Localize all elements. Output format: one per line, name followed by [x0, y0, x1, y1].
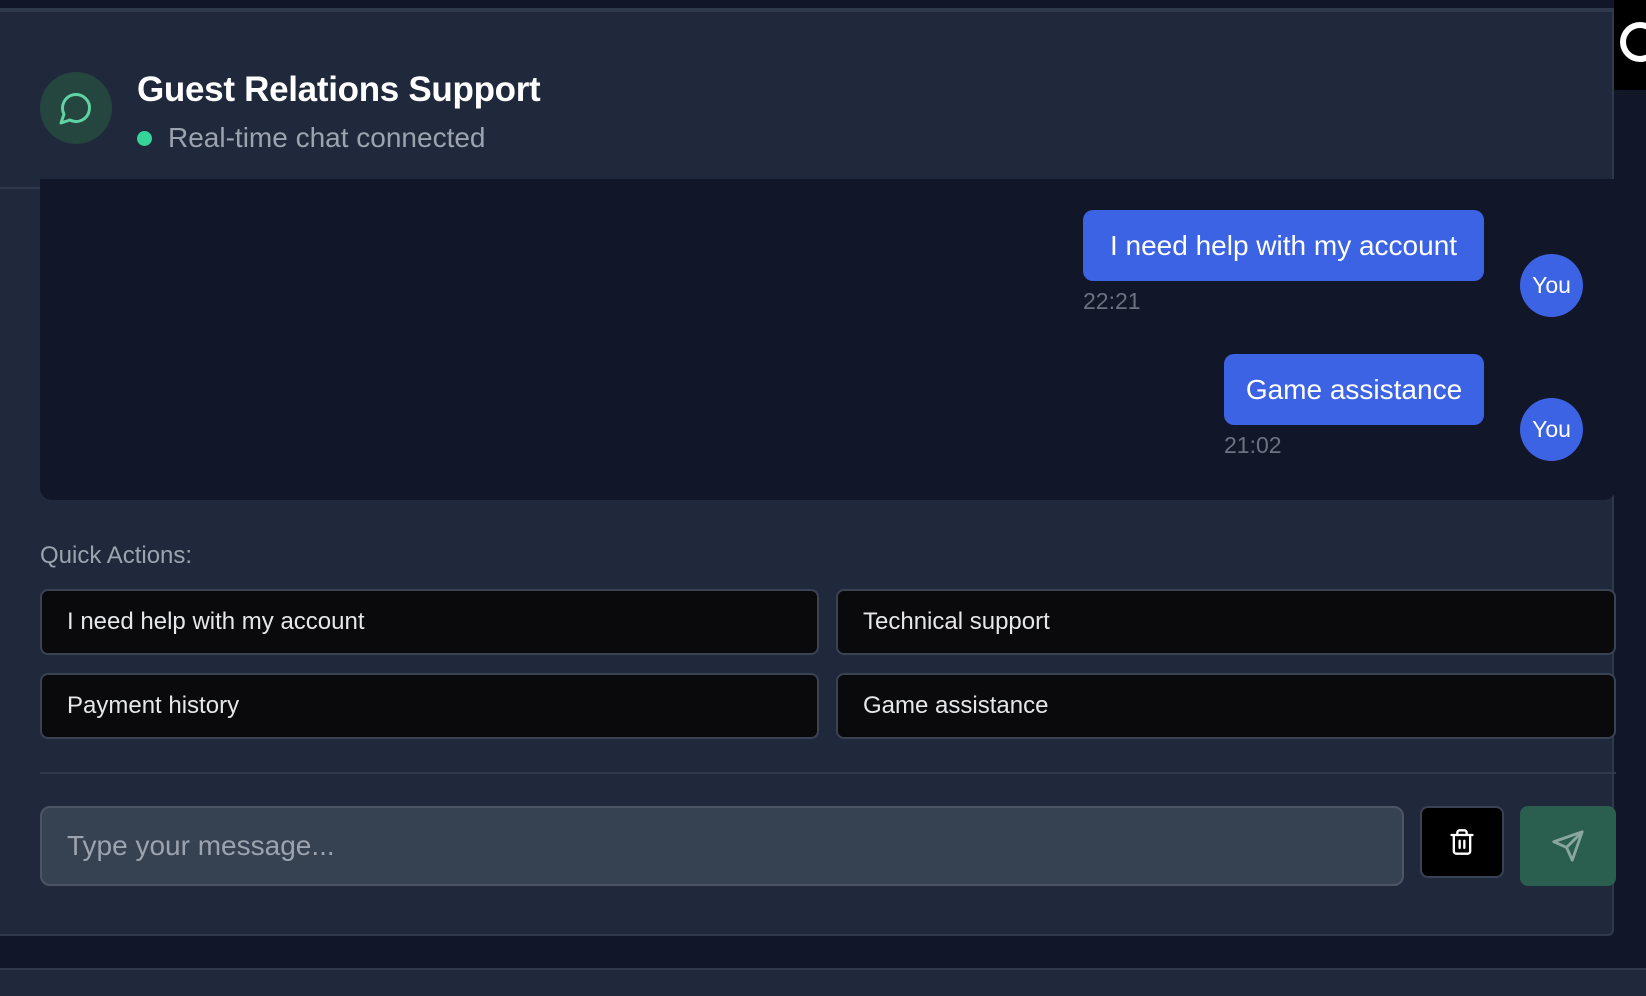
user-avatar: You [1520, 254, 1583, 317]
quick-action-button[interactable]: Game assistance [836, 673, 1616, 739]
status-dot-icon [137, 130, 152, 146]
message-bubble: Game assistance [1224, 354, 1484, 425]
message-time: 21:02 [1224, 432, 1282, 458]
bottom-panel-edge [0, 970, 1646, 996]
composer-divider [40, 772, 1616, 774]
status-text: Real-time chat connected [168, 122, 486, 153]
chat-header: Guest Relations Support Real-time chat c… [0, 12, 1612, 189]
support-avatar [40, 72, 112, 144]
page-title: Guest Relations Support [137, 70, 541, 109]
top-strip [0, 0, 1646, 10]
message-list[interactable]: I need help with my account 22:21 You Ga… [40, 179, 1616, 500]
connection-status: Real-time chat connected [137, 122, 486, 154]
quick-action-button[interactable]: I need help with my account [40, 589, 819, 655]
corner-widget[interactable] [1614, 0, 1646, 90]
chat-page: Guest Relations Support Real-time chat c… [0, 0, 1646, 996]
quick-actions-label: Quick Actions: [40, 542, 193, 569]
user-avatar: You [1520, 398, 1583, 461]
message-input[interactable] [40, 806, 1404, 886]
message-bubble: I need help with my account [1083, 210, 1484, 281]
chat-bubble-icon [59, 92, 92, 125]
quick-action-button[interactable]: Technical support [836, 589, 1616, 655]
clear-chat-button[interactable] [1420, 806, 1504, 878]
send-button[interactable] [1520, 806, 1616, 886]
trash-icon [1450, 829, 1474, 855]
message-time: 22:21 [1083, 288, 1141, 314]
corner-arc-icon [1620, 22, 1646, 62]
quick-action-button[interactable]: Payment history [40, 673, 819, 739]
send-icon [1552, 830, 1584, 862]
